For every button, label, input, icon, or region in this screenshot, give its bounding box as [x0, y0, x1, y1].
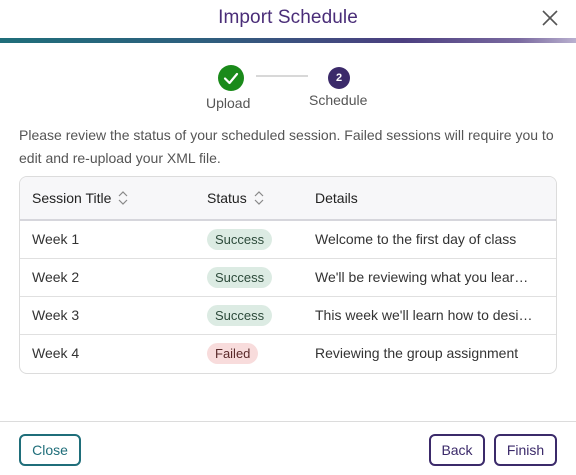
- table-row: Week 3 Success This week we'll learn how…: [20, 296, 556, 334]
- back-button[interactable]: Back: [429, 434, 485, 466]
- status-badge: Failed: [207, 342, 259, 364]
- table-header-row: Session Title Status Details: [20, 177, 556, 220]
- status-badge: Success: [207, 304, 273, 326]
- close-icon[interactable]: [540, 8, 560, 28]
- session-title-cell: Week 3: [32, 307, 80, 323]
- status-badge: Success: [207, 266, 273, 288]
- session-title-cell: Week 4: [32, 345, 80, 362]
- close-button[interactable]: Close: [19, 434, 81, 466]
- column-header-label: Status: [207, 190, 247, 206]
- stepper: 2 Upload Schedule: [0, 64, 576, 114]
- column-header-session-title[interactable]: Session Title: [20, 177, 207, 220]
- header-divider: [0, 38, 576, 43]
- dialog-header: Import Schedule: [0, 0, 576, 38]
- column-header-label: Session Title: [32, 190, 112, 206]
- checkmark-icon: [223, 72, 239, 85]
- sort-icon[interactable]: [117, 189, 129, 207]
- instructions-text: Please review the status of your schedul…: [19, 127, 554, 166]
- step-schedule-indicator: 2: [328, 67, 350, 89]
- table-row: Week 1 Success Welcome to the first day …: [20, 220, 556, 258]
- column-header-details: Details: [315, 177, 556, 220]
- column-header-status[interactable]: Status: [207, 177, 315, 220]
- details-cell: This week we'll learn how to design: [315, 307, 533, 323]
- step-label-upload: Upload: [206, 95, 251, 111]
- sessions-table: Session Title Status Details Week 1 Succ…: [19, 176, 557, 374]
- session-title-cell: Week 2: [32, 269, 80, 285]
- details-cell: Welcome to the first day of class: [315, 231, 517, 248]
- table-row: Week 2 Success We'll be reviewing what y…: [20, 258, 556, 296]
- details-cell: Reviewing the group assignment: [315, 345, 519, 362]
- finish-button[interactable]: Finish: [494, 434, 557, 466]
- table-row: Week 4 Failed Reviewing the group assign…: [20, 334, 556, 372]
- sort-icon[interactable]: [253, 189, 265, 207]
- session-title-cell: Week 1: [32, 231, 80, 248]
- step-upload-indicator: [218, 65, 244, 91]
- dialog-title: Import Schedule: [218, 7, 358, 28]
- status-badge: Success: [207, 228, 273, 250]
- step-label-schedule: Schedule: [309, 92, 368, 108]
- column-header-label: Details: [315, 190, 358, 206]
- stepper-connector: [256, 75, 308, 77]
- details-cell: We'll be reviewing what you learned: [315, 269, 533, 285]
- footer-divider: [0, 421, 576, 422]
